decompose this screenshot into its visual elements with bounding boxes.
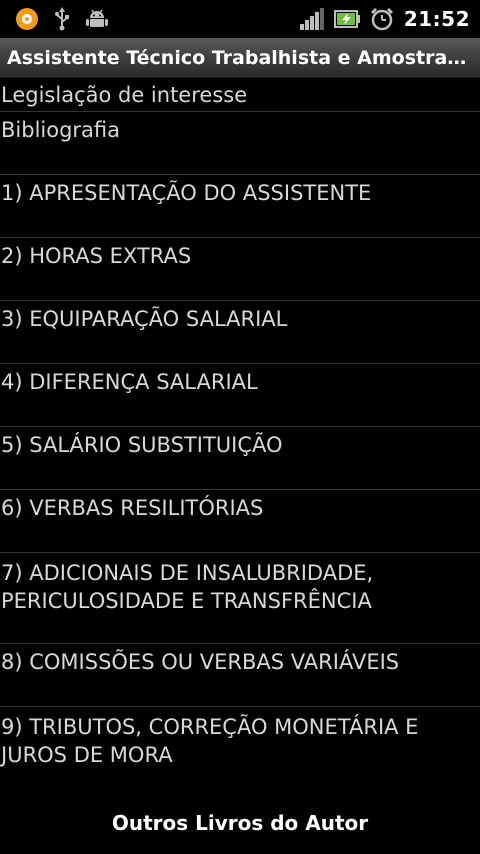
signal-icon [299,8,324,30]
list-item-label: Bibliografia [1,118,121,142]
list-item-label: 6) VERBAS RESILITÓRIAS [1,496,264,520]
list-item-legislacao[interactable]: Legislação de interesse [0,78,480,112]
status-right-icons: 21:52 [299,7,480,31]
list-item-label: 3) EQUIPARAÇÃO SALARIAL [1,307,288,331]
other-books-button[interactable]: Outros Livros do Autor [112,811,368,835]
list-item-label: Legislação de interesse [1,83,248,107]
android-debug-icon [86,9,108,27]
app-title-bar: Assistente Técnico Trabalhista e Amostra… [0,38,480,78]
footer-link[interactable]: Outros Livros do Autor [0,805,480,841]
list-item-label: 9) TRIBUTOS, CORREÇÃO MONETÁRIA E JUROS … [1,715,419,767]
status-clock: 21:52 [403,7,470,31]
list-item-chapter-4[interactable]: 4) DIFERENÇA SALARIAL [0,364,480,427]
list-item-chapter-2[interactable]: 2) HORAS EXTRAS [0,238,480,301]
list-item-chapter-7[interactable]: 7) ADICIONAIS DE INSALUBRIDADE, PERICULO… [0,553,480,644]
list-item-chapter-3[interactable]: 3) EQUIPARAÇÃO SALARIAL [0,301,480,364]
list-item-chapter-5[interactable]: 5) SALÁRIO SUBSTITUIÇÃO [0,427,480,490]
alarm-clock-icon [370,7,393,31]
status-left-icons [0,7,108,31]
usb-icon [55,7,69,31]
list-item-label: 8) COMISSÕES OU VERBAS VARIÁVEIS [1,650,400,674]
list-item-chapter-9[interactable]: 9) TRIBUTOS, CORREÇÃO MONETÁRIA E JUROS … [0,707,480,798]
list-item-chapter-8[interactable]: 8) COMISSÕES OU VERBAS VARIÁVEIS [0,644,480,707]
list-item-chapter-1[interactable]: 1) APRESENTAÇÃO DO ASSISTENTE [0,175,480,238]
status-bar: 21:52 [0,0,480,38]
chapter-list: Legislação de interesse Bibliografia 1) … [0,78,480,801]
list-item-label: 7) ADICIONAIS DE INSALUBRIDADE, PERICULO… [1,561,374,613]
list-item-bibliografia[interactable]: Bibliografia [0,112,480,175]
list-item-label: 1) APRESENTAÇÃO DO ASSISTENTE [1,181,372,205]
list-item-label: 2) HORAS EXTRAS [1,244,192,268]
list-item-label: 5) SALÁRIO SUBSTITUIÇÃO [1,433,283,457]
app-title: Assistente Técnico Trabalhista e Amostra… [7,46,472,69]
list-item-label: 4) DIFERENÇA SALARIAL [1,370,258,394]
battery-icon [333,10,360,28]
notification-ring-icon [16,8,38,30]
list-item-chapter-6[interactable]: 6) VERBAS RESILITÓRIAS [0,490,480,553]
